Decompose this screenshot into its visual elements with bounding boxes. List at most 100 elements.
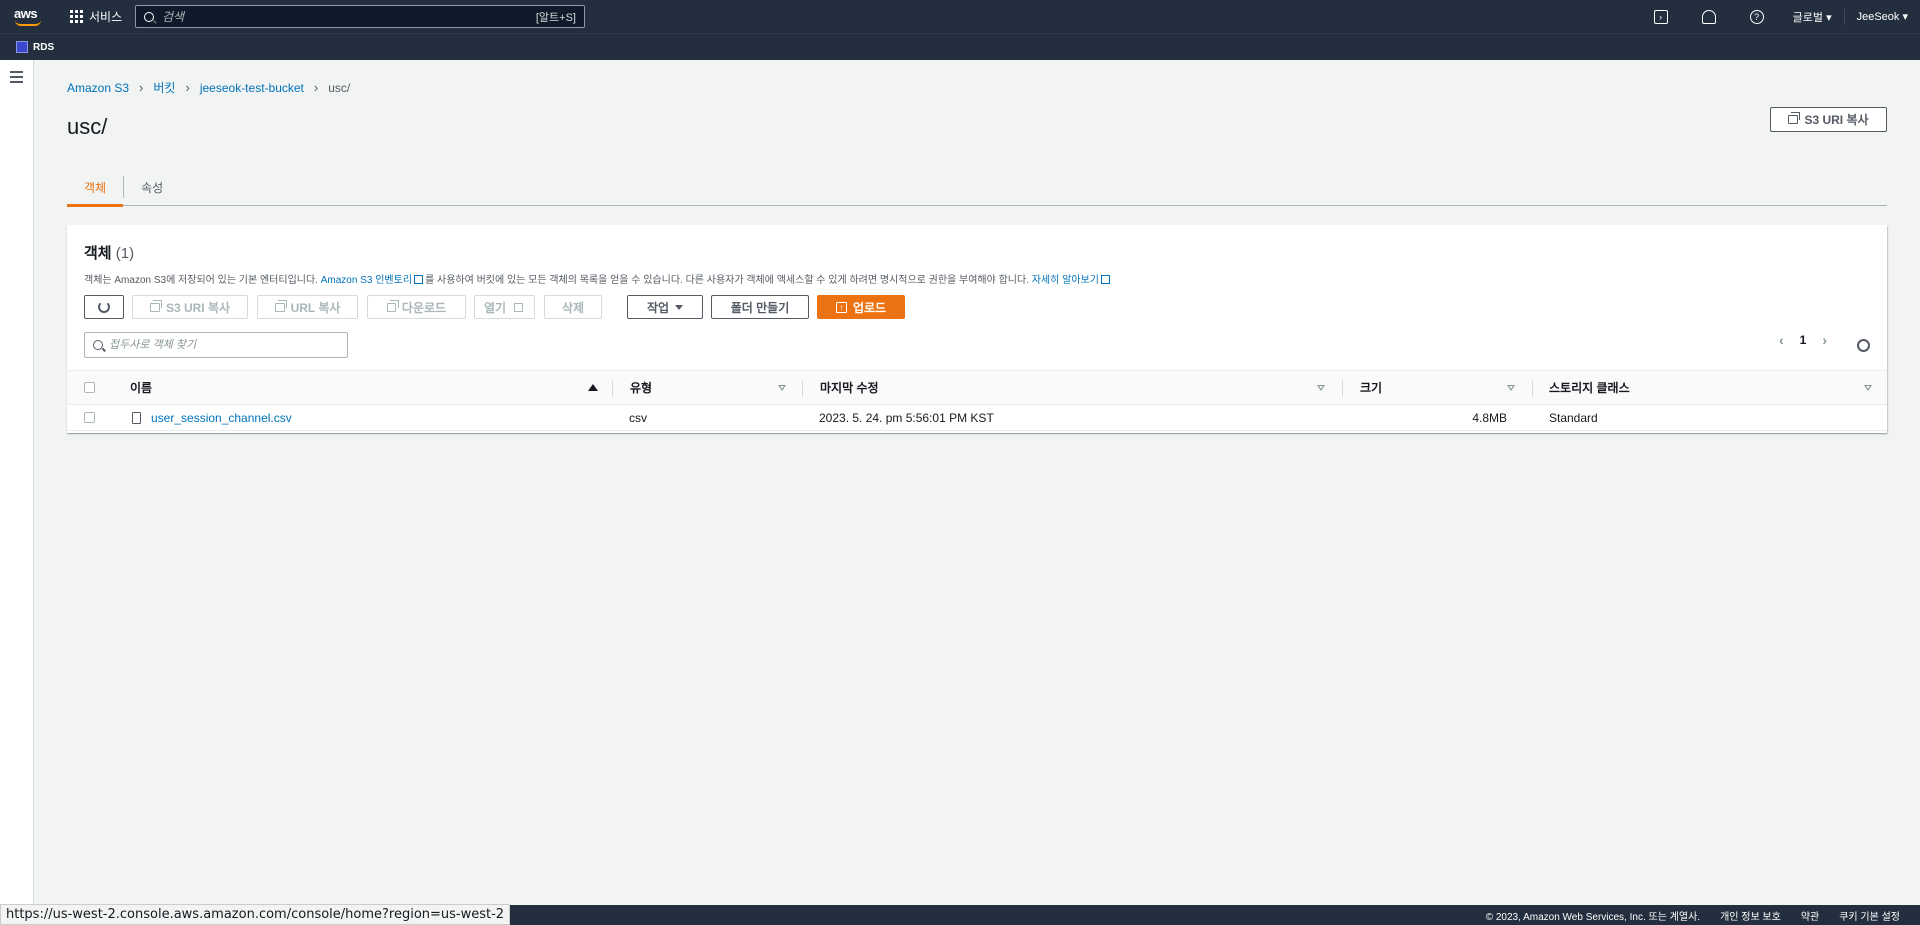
object-count: (1) (115, 245, 135, 262)
delete-button[interactable]: 삭제 (544, 295, 602, 319)
services-menu-button[interactable]: 서비스 (70, 8, 122, 25)
copy-s3-uri-button-header[interactable]: S3 URI 복사 (1770, 107, 1887, 132)
copy-s3-uri-button[interactable]: S3 URI 복사 (132, 295, 248, 319)
column-divider (802, 380, 803, 397)
object-filter[interactable] (84, 332, 348, 358)
copy-icon (274, 299, 287, 312)
copy-s3-uri-button-label: S3 URI 복사 (165, 300, 231, 315)
column-header-type[interactable]: 유형 (630, 371, 652, 404)
open-button[interactable]: 열기 (474, 295, 535, 319)
chevron-right-icon: › (313, 80, 319, 95)
aws-smile-icon (15, 20, 41, 26)
chevron-right-icon: › (139, 80, 144, 95)
column-header-last-modified[interactable]: 마지막 수정 (820, 371, 879, 404)
search-shortcut-hint: [알트+S] (535, 11, 576, 24)
aws-logo[interactable]: aws (14, 6, 42, 28)
footer-copyright: © 2023, Amazon Web Services, Inc. 또는 계열사… (1485, 911, 1701, 923)
upload-button[interactable]: ↑ 업로드 (817, 295, 905, 319)
refresh-icon (98, 301, 110, 313)
delete-label: 삭제 (561, 300, 585, 315)
current-page-number[interactable]: 1 (1800, 333, 1807, 347)
download-label: 다운로드 (401, 300, 447, 315)
hamburger-menu-icon[interactable] (10, 71, 23, 86)
external-link-icon (514, 302, 524, 312)
sort-ascending-icon[interactable] (588, 371, 598, 404)
global-search[interactable]: [알트+S] (135, 5, 585, 28)
tab-properties[interactable]: 속성 (124, 168, 180, 206)
object-size: 4.8MB (1472, 410, 1507, 425)
panel-title: 객체 (1) (84, 242, 134, 263)
sort-icon[interactable] (1864, 371, 1872, 404)
column-divider (1532, 380, 1533, 397)
sort-icon[interactable] (778, 371, 786, 404)
column-divider (1342, 380, 1343, 397)
sort-icon[interactable] (1317, 371, 1325, 404)
column-header-storage-class[interactable]: 스토리지 클래스 (1549, 371, 1630, 404)
copy-url-button[interactable]: URL 복사 (257, 295, 358, 319)
desc-prefix: 객체는 Amazon S3에 저장되어 있는 기본 엔터티입니다. (84, 275, 321, 286)
learn-more-link[interactable]: 자세히 알아보기 (1032, 275, 1099, 286)
refresh-button[interactable] (84, 295, 124, 319)
object-last-modified: 2023. 5. 24. pm 5:56:01 PM KST (819, 410, 994, 425)
row-select-cell (84, 405, 95, 430)
actions-dropdown[interactable]: 작업 (627, 295, 703, 319)
desc-middle: 를 사용하여 버킷에 있는 모든 객체의 목록을 얻을 수 있습니다. 다른 사… (425, 275, 1032, 286)
previous-page-icon[interactable]: ‹ (1779, 332, 1784, 348)
create-folder-button[interactable]: 폴더 만들기 (711, 295, 809, 319)
gear-icon[interactable] (1857, 339, 1870, 352)
grid-icon (70, 10, 83, 23)
open-label: 열기 (483, 300, 507, 315)
top-navigation: aws 서비스 [알트+S] › ? 글로벌 ▾ JeeSeok ▾ (0, 0, 1920, 33)
copy-icon (149, 299, 162, 312)
page-title: usc/ (67, 114, 108, 139)
objects-panel: 객체 (1) 객체는 Amazon S3에 저장되어 있는 기본 엔터티입니다.… (67, 225, 1887, 433)
breadcrumb-bucket[interactable]: jeeseok-test-bucket (200, 81, 304, 95)
breadcrumb-current-folder: usc/ (328, 80, 351, 95)
footer-privacy-link[interactable]: 개인 정보 보호 (1720, 908, 1781, 923)
region-selector[interactable]: 글로벌 ▾ (1793, 9, 1832, 25)
download-button[interactable]: 다운로드 (367, 295, 466, 319)
footer-terms-link[interactable]: 약관 (1801, 908, 1819, 923)
column-divider (612, 380, 613, 397)
s3-inventory-link[interactable]: Amazon S3 인벤토리 (321, 275, 412, 286)
panel-description: 객체는 Amazon S3에 저장되어 있는 기본 엔터티입니다. Amazon… (84, 271, 1112, 286)
select-all-checkbox[interactable] (84, 382, 95, 393)
account-menu[interactable]: JeeSeok ▾ (1857, 10, 1908, 23)
cloudshell-icon[interactable]: › (1653, 9, 1668, 24)
notifications-bell-icon[interactable] (1701, 9, 1716, 24)
footer-cookie-link[interactable]: 쿠키 기본 설정 (1839, 908, 1900, 923)
rds-service-icon (16, 41, 28, 53)
caret-down-icon (675, 304, 684, 310)
object-storage-class: Standard (1549, 410, 1598, 425)
side-navigation-collapsed (0, 60, 34, 905)
browser-status-url: https://us-west-2.console.aws.amazon.com… (0, 904, 511, 925)
object-name-link[interactable]: user_session_channel.csv (151, 411, 292, 425)
row-checkbox[interactable] (84, 412, 95, 423)
next-page-icon[interactable]: › (1822, 332, 1827, 348)
object-name-cell: user_session_channel.csv (132, 405, 292, 430)
search-icon (93, 340, 103, 350)
prefix-search-input[interactable] (109, 339, 339, 351)
nav-divider (1843, 8, 1845, 25)
pagination: ‹ 1 › (1779, 332, 1827, 348)
download-icon (386, 299, 399, 312)
breadcrumb-amazon-s3[interactable]: Amazon S3 (67, 81, 129, 95)
upload-icon: ↑ (835, 301, 847, 313)
breadcrumb-buckets[interactable]: 버킷 (153, 79, 175, 96)
external-link-icon (414, 275, 424, 284)
services-label: 서비스 (89, 10, 123, 24)
tab-objects[interactable]: 객체 (67, 168, 124, 207)
favorites-bar: RDS (0, 33, 1920, 60)
global-search-input[interactable] (162, 9, 536, 24)
column-header-name[interactable]: 이름 (130, 371, 152, 404)
copy-icon (1788, 112, 1801, 124)
favorite-rds-link[interactable]: RDS (33, 42, 54, 53)
help-icon[interactable]: ? (1749, 9, 1764, 24)
table-row: user_session_channel.csv csv 2023. 5. 24… (67, 405, 1887, 431)
create-folder-label: 폴더 만들기 (730, 300, 790, 315)
sort-icon[interactable] (1507, 371, 1515, 404)
search-icon (144, 11, 154, 22)
chevron-right-icon: › (185, 80, 190, 95)
column-header-size[interactable]: 크기 (1360, 371, 1382, 404)
breadcrumb: Amazon S3 › 버킷 › jeeseok-test-bucket › u… (67, 79, 350, 96)
